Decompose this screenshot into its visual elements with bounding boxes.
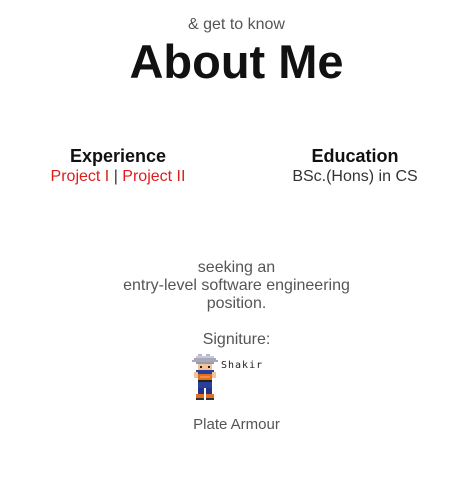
experience-heading: Experience xyxy=(69,146,167,166)
experience-section: Experience Project I | Project II xyxy=(18,146,218,186)
experience-links: Project I | Project II xyxy=(18,167,218,186)
signature-label: Signiture: xyxy=(202,331,271,348)
page-title: About Me xyxy=(129,35,344,88)
education-degree: BSc.(Hons) in CS xyxy=(292,168,418,185)
seeking-line-2: entry-level software engineering xyxy=(123,277,350,294)
project-2-link[interactable]: Project II xyxy=(122,168,185,185)
seeking-line-3: position. xyxy=(206,295,267,312)
signature-name: Shakir xyxy=(221,360,264,371)
sprite-caption: Plate Armour xyxy=(193,416,280,433)
pixel-character-icon xyxy=(192,354,218,400)
education-heading: Education xyxy=(311,146,399,166)
page-subtitle: & get to know xyxy=(188,16,285,33)
seeking-statement: seeking an entry-level software engineer… xyxy=(0,259,473,313)
link-separator: | xyxy=(113,168,118,185)
education-section: Education BSc.(Hons) in CS xyxy=(255,146,455,186)
seeking-line-1: seeking an xyxy=(197,259,276,276)
signature-block: Shakir xyxy=(192,354,282,404)
project-1-link[interactable]: Project I xyxy=(51,168,110,185)
